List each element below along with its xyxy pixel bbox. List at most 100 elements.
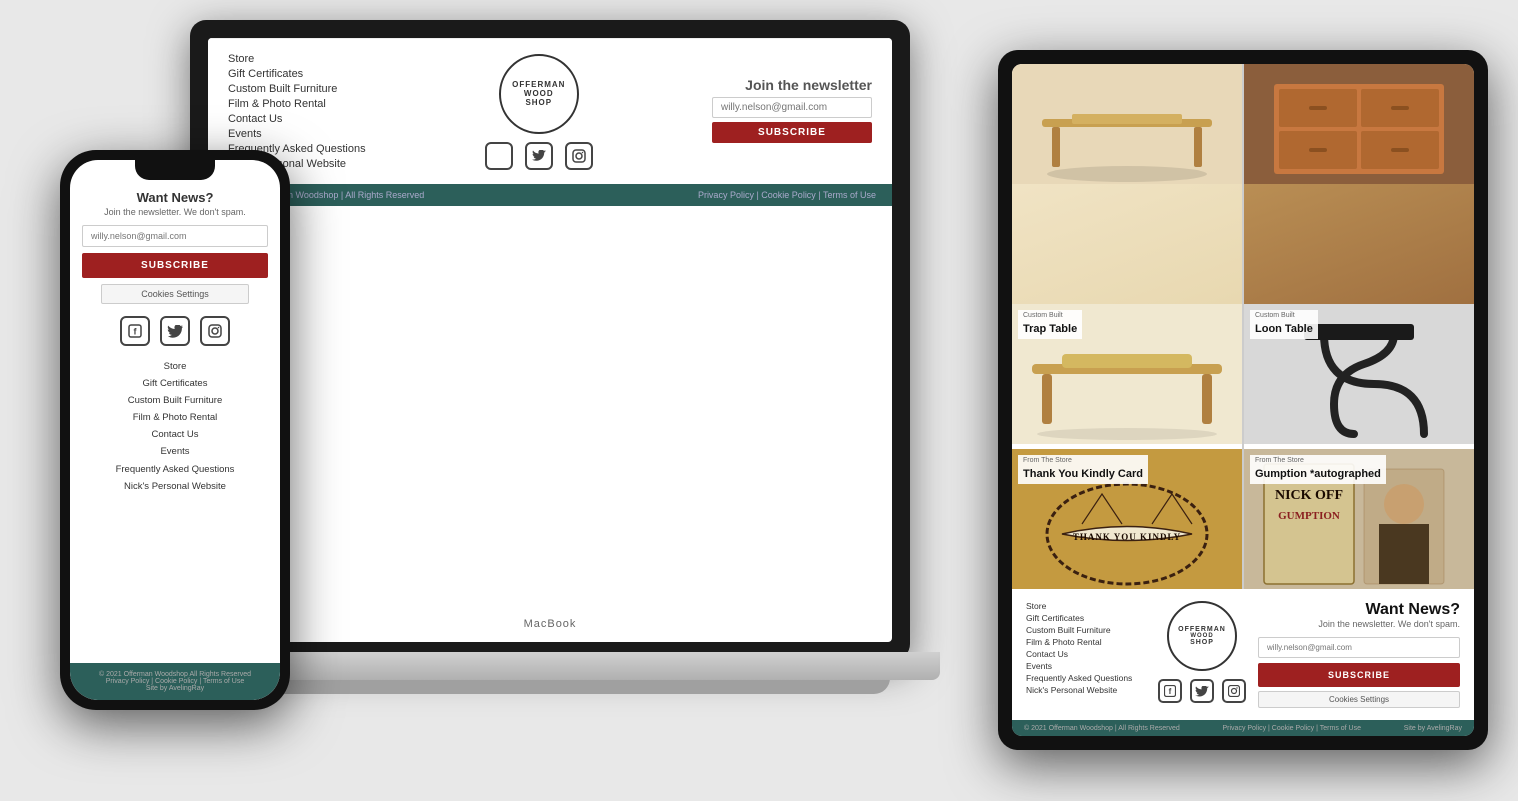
phone-nav-faq[interactable]: Frequently Asked Questions — [82, 461, 268, 478]
phone-nav-store[interactable]: Store — [82, 358, 268, 375]
tablet-bot-grid: From The Store Thank You Kindly Card THA… — [1012, 449, 1474, 589]
tablet-footer-nick[interactable]: Nick's Personal Website — [1026, 685, 1146, 695]
svg-text:GUMPTION: GUMPTION — [1278, 510, 1340, 522]
macbook-footer-logo: OFFERMAN WOOD SHOP  — [485, 54, 593, 170]
tablet-cell-5[interactable]: From The Store Thank You Kindly Card THA… — [1012, 449, 1242, 589]
phone-footer-site: Site by AvelingRay — [78, 685, 272, 692]
phone-content: Want News? Join the newsletter. We don't… — [70, 160, 280, 515]
macbook-label: MacBook — [524, 618, 577, 630]
tablet-cell-4[interactable]: Custom Built Loon Table — [1244, 304, 1474, 449]
phone-twitter-icon[interactable] — [160, 316, 190, 346]
phone-notch — [135, 160, 215, 180]
phone-subscribe-btn[interactable]: SUBSCRIBE — [82, 253, 268, 278]
phone-social-icons: f — [82, 316, 268, 346]
tablet-cell-5-title: Thank You Kindly Card — [1023, 468, 1143, 480]
macbook-screen: From The Store Thank You Kindly Card — [208, 38, 892, 642]
tablet-offerman-logo: OFFERMAN WOOD SHOP — [1167, 601, 1237, 671]
tablet-cell-4-title: Loon Table — [1255, 323, 1313, 335]
trap-table-img — [1012, 64, 1242, 184]
tablet-cell-4-from: Custom Built — [1255, 312, 1313, 319]
phone-screen: Want News? Join the newsletter. We don't… — [70, 160, 280, 700]
tablet-cell-3-title: Trap Table — [1023, 323, 1077, 335]
macbook-footer-link-store[interactable]: Store — [228, 53, 366, 65]
tablet-cell-6-title: Gumption *autographed — [1255, 468, 1381, 480]
tablet-logo-offerman: OFFERMAN — [1178, 626, 1226, 633]
twitter-icon[interactable] — [525, 142, 553, 170]
tablet-facebook-icon[interactable]: f — [1158, 679, 1182, 703]
instagram-icon[interactable] — [565, 142, 593, 170]
macbook-footer-link-photo[interactable]: Film & Photo Rental — [228, 98, 366, 110]
tablet-want-news-sub: Join the newsletter. We don't spam. — [1258, 619, 1460, 629]
svg-text:NICK OFF: NICK OFF — [1275, 488, 1343, 503]
phone-nav-nick[interactable]: Nick's Personal Website — [82, 478, 268, 495]
macbook-footer-link-events[interactable]: Events — [228, 128, 366, 140]
dresser-img — [1244, 64, 1474, 184]
tablet-cell-4-label: Custom Built Loon Table — [1250, 310, 1318, 339]
macbook-foot — [210, 678, 890, 694]
phone: Want News? Join the newsletter. We don't… — [60, 150, 290, 710]
tablet-footer-links: Store Gift Certificates Custom Built Fur… — [1026, 601, 1146, 695]
tablet-site: Site by AvelingRay — [1404, 725, 1462, 732]
phone-footer-legal: Privacy Policy | Cookie Policy | Terms o… — [78, 678, 272, 685]
tablet-mid-grid: Custom Built Trap Table — [1012, 304, 1474, 449]
tablet-cell-3[interactable]: Custom Built Trap Table — [1012, 304, 1242, 449]
tablet-footer-faq[interactable]: Frequently Asked Questions — [1026, 673, 1146, 683]
phone-outer: Want News? Join the newsletter. We don't… — [60, 150, 290, 710]
macbook-footer-newsletter: Join the newsletter SUBSCRIBE — [712, 77, 872, 147]
phone-nav-photo[interactable]: Film & Photo Rental — [82, 409, 268, 426]
tablet-outer: Custom Built Trap Table — [998, 50, 1488, 750]
phone-facebook-icon[interactable]: f — [120, 316, 150, 346]
macbook-join-label: Join the newsletter — [712, 77, 872, 93]
tablet-copyright: © 2021 Offerman Woodshop | All Rights Re… — [1024, 725, 1180, 732]
tablet-social-icons: f — [1158, 679, 1246, 703]
phone-nav-gc[interactable]: Gift Certificates — [82, 375, 268, 392]
macbook-screen-outer: From The Store Thank You Kindly Card — [190, 20, 910, 660]
tablet-twitter-icon[interactable] — [1190, 679, 1214, 703]
tablet-cell-5-label: From The Store Thank You Kindly Card — [1018, 455, 1148, 484]
tablet-footer-contact[interactable]: Contact Us — [1026, 649, 1146, 659]
phone-want-news-sub: Join the newsletter. We don't spam. — [82, 207, 268, 217]
tablet-logo-shop: SHOP — [1190, 639, 1214, 646]
macbook-footer-link-gc[interactable]: Gift Certificates — [228, 68, 366, 80]
macbook-footer-link-contact[interactable]: Contact Us — [228, 113, 366, 125]
phone-email-input[interactable] — [82, 225, 268, 247]
tablet-cell-3-from: Custom Built — [1023, 312, 1077, 319]
tablet-top-grid — [1012, 64, 1474, 304]
tablet-legal: Privacy Policy | Cookie Policy | Terms o… — [1223, 725, 1362, 732]
tablet-footer: Store Gift Certificates Custom Built Fur… — [1012, 589, 1474, 720]
tablet-footer-gc[interactable]: Gift Certificates — [1026, 613, 1146, 623]
phone-nav-contact[interactable]: Contact Us — [82, 426, 268, 443]
tablet-want-news-title: Want News? — [1258, 601, 1460, 619]
tablet-footer-center: OFFERMAN WOOD SHOP f — [1158, 601, 1246, 703]
tablet-cell-6-from: From The Store — [1255, 457, 1381, 464]
macbook-subscribe-btn[interactable]: SUBSCRIBE — [712, 122, 872, 143]
tablet-email-input[interactable] — [1258, 637, 1460, 658]
phone-cookie-btn[interactable]: Cookies Settings — [101, 284, 250, 304]
tablet-instagram-icon[interactable] — [1222, 679, 1246, 703]
tablet-footer-store[interactable]: Store — [1026, 601, 1146, 611]
phone-nav-furniture[interactable]: Custom Built Furniture — [82, 392, 268, 409]
phone-instagram-icon[interactable] — [200, 316, 230, 346]
tablet-cell-5-from: From The Store — [1023, 457, 1143, 464]
macbook-footer-link-furniture[interactable]: Custom Built Furniture — [228, 83, 366, 95]
tablet-cell-6-label: From The Store Gumption *autographed — [1250, 455, 1386, 484]
facebook-icon[interactable]:  — [485, 142, 513, 170]
scene: From The Store Thank You Kindly Card — [0, 0, 1518, 801]
tablet-footer-furniture[interactable]: Custom Built Furniture — [1026, 625, 1146, 635]
phone-nav-events[interactable]: Events — [82, 443, 268, 460]
tablet-subscribe-btn[interactable]: SUBSCRIBE — [1258, 663, 1460, 687]
tablet-footer-photo[interactable]: Film & Photo Rental — [1026, 637, 1146, 647]
macbook-email-input[interactable] — [712, 97, 872, 118]
tablet-cookie-btn[interactable]: Cookies Settings — [1258, 691, 1460, 708]
svg-text:THANK YOU KINDLY: THANK YOU KINDLY — [1073, 532, 1181, 542]
tablet-footer-events[interactable]: Events — [1026, 661, 1146, 671]
tablet-cell-2[interactable] — [1244, 64, 1474, 304]
tablet-cell-1[interactable] — [1012, 64, 1242, 304]
tablet-footer-bar: © 2021 Offerman Woodshop | All Rights Re… — [1012, 720, 1474, 736]
tablet-cell-6[interactable]: From The Store Gumption *autographed NIC… — [1244, 449, 1474, 589]
svg-text:f: f — [1169, 687, 1172, 696]
offerman-logo: OFFERMAN WOOD SHOP — [499, 54, 579, 134]
tablet: Custom Built Trap Table — [998, 50, 1488, 750]
macbook-footer: Store Gift Certificates Custom Built Fur… — [208, 38, 892, 184]
tablet-screen: Custom Built Trap Table — [1012, 64, 1474, 736]
